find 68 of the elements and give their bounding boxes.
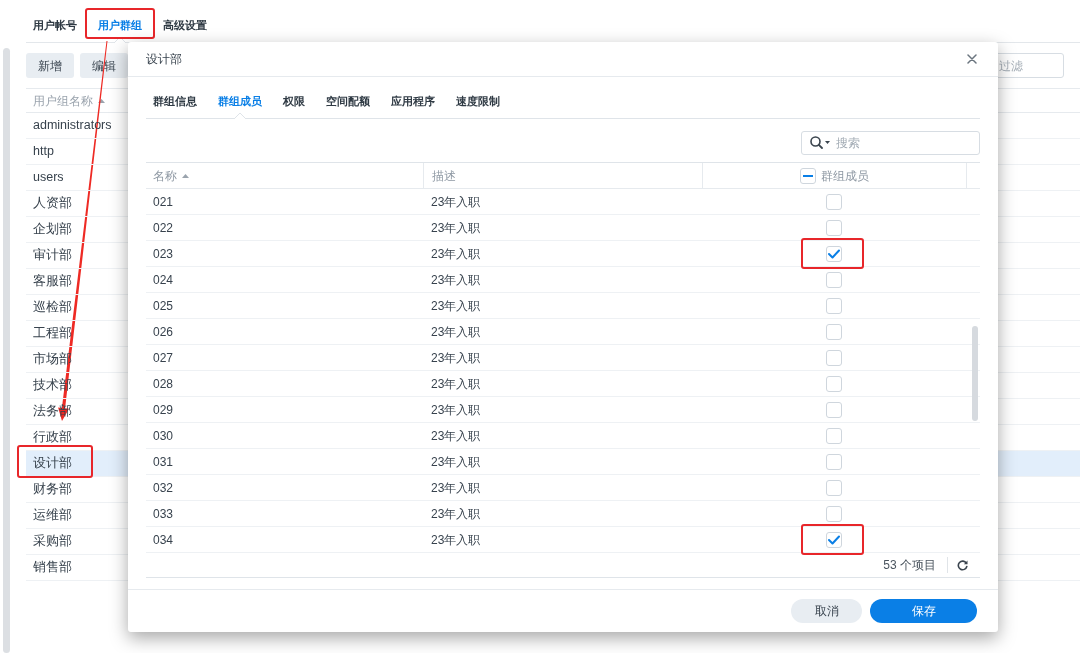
- checkbox[interactable]: [826, 193, 842, 210]
- checkbox[interactable]: [826, 219, 842, 236]
- toolbar-button[interactable]: 编辑: [80, 53, 128, 78]
- tab[interactable]: 群组信息: [153, 96, 197, 107]
- table-cell-text: 028: [152, 375, 175, 393]
- table-cell-text: 23年入职: [430, 245, 482, 263]
- checkbox[interactable]: [826, 323, 842, 340]
- check-icon: [828, 534, 840, 545]
- table-cell-text: 23年入职: [430, 505, 482, 523]
- scrollbar-thumb[interactable]: [972, 326, 978, 421]
- table-cell-text: 034: [152, 531, 175, 549]
- cancel-button[interactable]: 取消: [791, 599, 862, 623]
- checkbox[interactable]: [826, 453, 842, 470]
- table-cell-text: 23年入职: [430, 297, 482, 315]
- tab[interactable]: 用户群组: [98, 19, 142, 31]
- table-cell-text: 23年入职: [430, 401, 482, 419]
- tab[interactable]: 应用程序: [391, 96, 435, 107]
- checkbox[interactable]: [826, 401, 842, 418]
- tab[interactable]: 速度限制: [456, 96, 500, 107]
- checkbox[interactable]: [826, 375, 842, 392]
- table-cell-text: 23年入职: [430, 193, 482, 211]
- refresh-icon[interactable]: [957, 559, 968, 571]
- table-cell-text: 23年入职: [430, 219, 482, 237]
- checkbox[interactable]: [826, 479, 842, 496]
- checkbox[interactable]: [826, 271, 842, 288]
- table-cell-text: 23年入职: [430, 349, 482, 367]
- table-cell-text: 23年入职: [430, 375, 482, 393]
- sort-ascending-icon[interactable]: [182, 173, 189, 178]
- table-cell-text: 022: [152, 219, 175, 237]
- table-cell-text: 032: [152, 479, 175, 497]
- table-cell-text: 23年入职: [430, 271, 482, 289]
- table-cell-text: 031: [152, 453, 175, 471]
- checkbox[interactable]: [826, 245, 842, 262]
- table-cell-text: 23年入职: [430, 531, 482, 549]
- search-icon[interactable]: [810, 136, 830, 149]
- close-icon[interactable]: [967, 54, 977, 64]
- tab[interactable]: 权限: [283, 96, 305, 107]
- check-icon: [828, 248, 840, 259]
- table-cell-text: 021: [152, 193, 175, 211]
- tab[interactable]: 高级设置: [163, 19, 207, 31]
- table-cell-text: 027: [152, 349, 175, 367]
- table-cell-text: 033: [152, 505, 175, 523]
- page-scrollbar[interactable]: [3, 48, 10, 653]
- tab[interactable]: 用户帐号: [33, 19, 77, 31]
- checkbox[interactable]: [826, 297, 842, 314]
- table-cell-text: 23年入职: [430, 453, 482, 471]
- checkbox[interactable]: [826, 505, 842, 522]
- search-field[interactable]: 搜索: [801, 131, 980, 155]
- table-cell-text: 025: [152, 297, 175, 315]
- table-cell-text: 23年入职: [430, 427, 482, 445]
- checkbox[interactable]: [800, 167, 816, 184]
- save-button[interactable]: 保存: [870, 599, 977, 623]
- table-cell-text: 023: [152, 245, 175, 263]
- checkbox[interactable]: [826, 427, 842, 444]
- table-cell-text: 024: [152, 271, 175, 289]
- minus-icon: [803, 174, 813, 177]
- table-cell-text: 026: [152, 323, 175, 341]
- toolbar-button[interactable]: 新增: [26, 53, 74, 78]
- table-cell-text: 030: [152, 427, 175, 445]
- dialog-title: 设计部: [146, 51, 182, 68]
- checkbox[interactable]: [826, 531, 842, 548]
- item-count: 53 个项目: [883, 557, 937, 574]
- table-cell-text: 029: [152, 401, 175, 419]
- checkbox[interactable]: [826, 349, 842, 366]
- table-cell-text: 23年入职: [430, 479, 482, 497]
- tab[interactable]: 群组成员: [218, 96, 262, 107]
- tab[interactable]: 空间配额: [326, 96, 370, 107]
- table-cell-text: 23年入职: [430, 323, 482, 341]
